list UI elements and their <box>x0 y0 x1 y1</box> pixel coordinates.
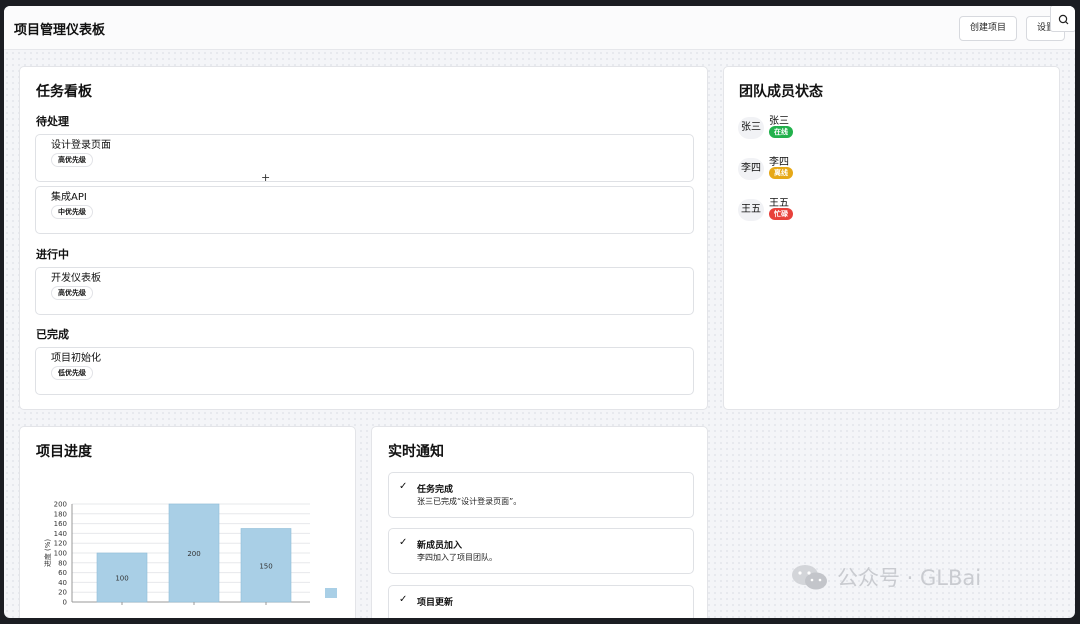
bar-value-label: 200 <box>187 550 200 558</box>
member-name: 张三 <box>769 116 789 127</box>
task-card[interactable]: 集成API 中优先级 <box>35 186 694 234</box>
check-icon: ✓ <box>399 537 408 548</box>
task-card[interactable]: 项目初始化 低优先级 <box>35 347 694 395</box>
status-badge: 在线 <box>769 126 793 138</box>
y-tick-label: 100 <box>54 550 67 558</box>
task-board-card: 任务看板 待处理 设计登录页面 高优先级 集成API 中优先级 进行中 开发仪表… <box>19 66 708 410</box>
app-title: 项目管理仪表板 <box>14 23 106 38</box>
y-tick-label: 40 <box>58 579 67 587</box>
cursor-crosshair-icon: + <box>261 171 271 184</box>
y-tick-label: 60 <box>58 569 67 577</box>
team-status-card: 团队成员状态 张三 张三 在线 李四 李四 离线 王五 王五 忙碌 <box>723 66 1060 410</box>
app-window: 项目管理仪表板 创建项目 设置 任务看板 待处理 设计登录页面 高优先级 集成A… <box>4 6 1075 618</box>
priority-badge: 高优先级 <box>51 153 93 167</box>
search-icon <box>1058 14 1069 25</box>
y-tick-label: 80 <box>58 559 67 567</box>
y-tick-label: 20 <box>58 589 67 597</box>
task-name: 项目初始化 <box>51 353 101 364</box>
task-card[interactable]: 设计登录页面 高优先级 <box>35 134 694 182</box>
notification-text: 李四加入了项目团队。 <box>417 553 497 562</box>
team-status-title: 团队成员状态 <box>739 84 823 100</box>
create-project-button[interactable]: 创建项目 <box>959 16 1017 41</box>
avatar: 李四 <box>738 158 764 180</box>
y-tick-label: 120 <box>54 540 67 548</box>
task-name: 设计登录页面 <box>51 140 111 151</box>
y-axis-label: 进度 (%) <box>43 539 52 568</box>
bar-value-label: 100 <box>115 575 128 583</box>
notification-title: 项目更新 <box>417 598 454 608</box>
avatar: 张三 <box>738 117 764 139</box>
task-name: 集成API <box>51 192 87 203</box>
project-progress-card: 项目进度 0 20 40 60 80 100 120 140 160 180 200 进度 (%) 10… <box>19 426 356 618</box>
member-name: 李四 <box>769 157 789 168</box>
y-tick-label: 0 <box>63 599 67 607</box>
legend-swatch <box>325 588 337 598</box>
notification-title: 新成员加入 <box>417 541 463 551</box>
task-name: 开发仪表板 <box>51 273 101 284</box>
status-badge: 忙碌 <box>769 208 793 220</box>
y-tick-label: 160 <box>54 520 67 528</box>
bar-value-label: 150 <box>259 562 272 570</box>
priority-badge: 低优先级 <box>51 366 93 380</box>
column-title-todo: 待处理 <box>36 115 69 128</box>
notification-title: 任务完成 <box>417 485 454 495</box>
priority-badge: 中优先级 <box>51 205 93 219</box>
priority-badge: 高优先级 <box>51 286 93 300</box>
y-tick-label: 140 <box>54 530 67 538</box>
notification-item[interactable]: ✓ 任务完成 张三已完成“设计登录页面”。 <box>388 472 694 518</box>
notification-item[interactable]: ✓ 新成员加入 李四加入了项目团队。 <box>388 528 694 574</box>
task-card[interactable]: 开发仪表板 高优先级 <box>35 267 694 315</box>
notification-text: 张三已完成“设计登录页面”。 <box>417 497 522 506</box>
notifications-card: 实时通知 ✓ 任务完成 张三已完成“设计登录页面”。 ✓ 新成员加入 李四加入了… <box>371 426 708 618</box>
notification-item[interactable]: ✓ 项目更新 <box>388 585 694 618</box>
column-title-done: 已完成 <box>36 328 69 341</box>
status-badge: 离线 <box>769 167 793 179</box>
check-icon: ✓ <box>399 594 408 605</box>
y-tick-label: 200 <box>54 501 67 509</box>
progress-chart: 020406080100120140160180200进度 (%)1002001… <box>43 501 337 607</box>
wechat-logo-icon <box>792 565 827 590</box>
notifications-title: 实时通知 <box>388 444 444 460</box>
watermark-text: 公众号 · GLBai <box>837 566 982 590</box>
task-board-title: 任务看板 <box>36 84 92 100</box>
app-header: 项目管理仪表板 创建项目 设置 <box>4 6 1075 50</box>
member-name: 王五 <box>769 198 789 209</box>
avatar: 王五 <box>738 199 764 221</box>
check-icon: ✓ <box>399 481 408 492</box>
column-title-in-progress: 进行中 <box>36 248 69 261</box>
search-button[interactable] <box>1050 6 1075 32</box>
y-tick-label: 180 <box>54 510 67 518</box>
